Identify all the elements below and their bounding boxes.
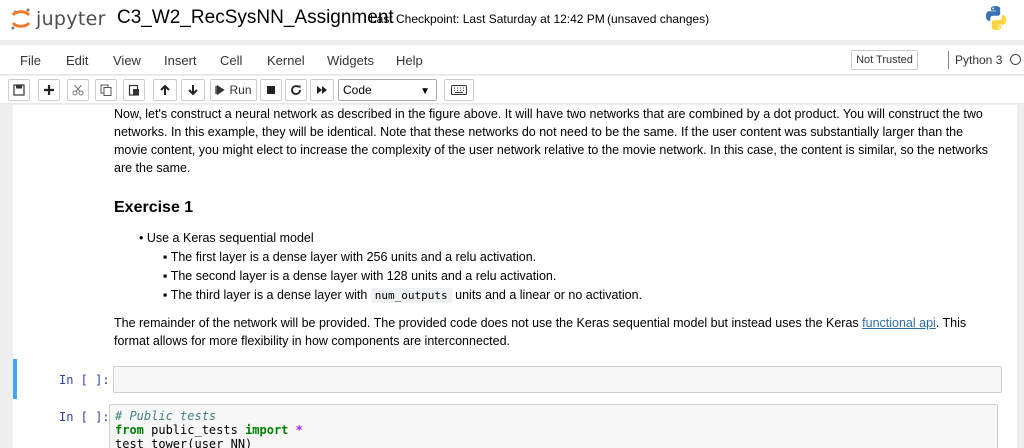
- restart-button[interactable]: [285, 79, 307, 101]
- command-palette-button[interactable]: [444, 79, 474, 101]
- code-cell[interactable]: In [ ]: # Public tests from public_tests…: [13, 402, 1017, 448]
- move-up-button[interactable]: [153, 79, 177, 101]
- menu-file[interactable]: File: [20, 53, 41, 68]
- refresh-icon: [291, 85, 301, 95]
- save-icon: [13, 84, 25, 96]
- menu-cell[interactable]: Cell: [220, 53, 242, 68]
- menu-widgets[interactable]: Widgets: [327, 53, 374, 68]
- interrupt-button[interactable]: [260, 79, 282, 101]
- sub-bullet-2: The second layer is a dense layer with 1…: [170, 269, 557, 283]
- chevron-down-icon: ▼: [420, 86, 430, 97]
- intro-paragraph: Now, let's construct a neural network as…: [114, 107, 989, 175]
- save-button[interactable]: [8, 79, 30, 101]
- code-input[interactable]: [113, 366, 1002, 393]
- jupyter-logo-text: jupyter: [36, 8, 106, 30]
- code-keyword: from: [115, 423, 144, 437]
- code-keyword: import: [245, 423, 289, 437]
- code-comment: # Public tests: [115, 409, 217, 423]
- remainder-paragraph: The remainder of the network will be pro…: [114, 314, 994, 350]
- fast-forward-icon: [317, 86, 327, 94]
- kernel-status-icon: [1010, 54, 1021, 65]
- run-button[interactable]: Run: [210, 79, 257, 101]
- bullet-text: Use a Keras sequential model: [146, 231, 314, 245]
- cell-prompt: In [ ]:: [59, 410, 110, 424]
- cell-type-value: Code: [343, 83, 372, 97]
- insert-cell-button[interactable]: [38, 79, 60, 101]
- notebook-page: Now, let's construct a neural network as…: [13, 105, 1017, 448]
- cut-button[interactable]: [67, 79, 89, 101]
- menu-help[interactable]: Help: [396, 53, 423, 68]
- list-item: • Use a Keras sequential model: [139, 231, 314, 245]
- arrow-up-icon: [160, 84, 170, 95]
- code-line: test_tower(user_NN): [115, 437, 253, 448]
- run-label: Run: [229, 83, 252, 97]
- code-text: # Public tests from public_tests import …: [110, 405, 997, 448]
- notebook-header: jupyter C3_W2_RecSysNN_Assignment Last C…: [0, 0, 1024, 40]
- restart-run-all-button[interactable]: [310, 79, 334, 101]
- menu-insert[interactable]: Insert: [164, 53, 197, 68]
- notebook-container: Now, let's construct a neural network as…: [0, 105, 1024, 448]
- toolbar: Run Code ▼: [0, 76, 1024, 104]
- functional-api-link[interactable]: functional api: [862, 316, 936, 330]
- scissors-icon: [72, 84, 84, 96]
- sub-list: ▪ The first layer is a dense layer with …: [163, 248, 642, 305]
- copy-icon: [100, 84, 112, 96]
- kernel-name[interactable]: Python 3: [955, 53, 1002, 67]
- exercise-heading: Exercise 1: [114, 199, 194, 216]
- inline-code: num_outputs: [370, 288, 452, 303]
- kernel-separator: [948, 51, 949, 69]
- code-cell-selected[interactable]: In [ ]:: [13, 359, 1017, 399]
- notebook-title[interactable]: C3_W2_RecSysNN_Assignment: [117, 7, 394, 29]
- python-logo-icon: [986, 6, 1006, 30]
- plus-icon: [44, 85, 54, 95]
- cell-type-select[interactable]: Code ▼: [338, 79, 437, 101]
- code-operator: *: [288, 423, 303, 437]
- paste-button[interactable]: [123, 79, 145, 101]
- keyboard-icon: [451, 85, 467, 95]
- step-forward-icon: [215, 85, 226, 95]
- menu-edit[interactable]: Edit: [66, 53, 88, 68]
- checkpoint-status: Last Checkpoint: Last Saturday at 12:42 …: [370, 12, 605, 26]
- list-item: ▪ The third layer is a dense layer with …: [163, 288, 643, 303]
- list-item: ▪ The second layer is a dense layer with…: [163, 269, 557, 283]
- list-item: ▪ The first layer is a dense layer with …: [163, 250, 537, 264]
- sub-bullet-1: The first layer is a dense layer with 25…: [170, 250, 537, 264]
- remainder-text: The remainder of the network will be pro…: [114, 316, 859, 330]
- menu-view[interactable]: View: [113, 53, 141, 68]
- move-down-button[interactable]: [181, 79, 205, 101]
- jupyter-icon: [11, 8, 31, 30]
- cell-prompt: In [ ]:: [59, 373, 110, 387]
- stop-icon: [267, 86, 275, 94]
- exercise-list: • Use a Keras sequential model ▪ The fir…: [139, 229, 642, 305]
- copy-button[interactable]: [95, 79, 117, 101]
- menubar: File Edit View Insert Cell Kernel Widget…: [0, 44, 1024, 75]
- menu-kernel[interactable]: Kernel: [267, 53, 305, 68]
- code-module: public_tests: [143, 423, 246, 437]
- sub-bullet-3-post: units and a linear or no activation.: [455, 288, 643, 302]
- save-status: (unsaved changes): [607, 12, 710, 26]
- trust-button[interactable]: Not Trusted: [851, 50, 918, 70]
- jupyter-logo[interactable]: jupyter: [10, 6, 106, 32]
- sub-bullet-3-pre: The third layer is a dense layer with: [170, 288, 368, 302]
- paste-icon: [128, 84, 139, 96]
- code-input[interactable]: # Public tests from public_tests import …: [109, 404, 998, 448]
- arrow-down-icon: [188, 85, 198, 96]
